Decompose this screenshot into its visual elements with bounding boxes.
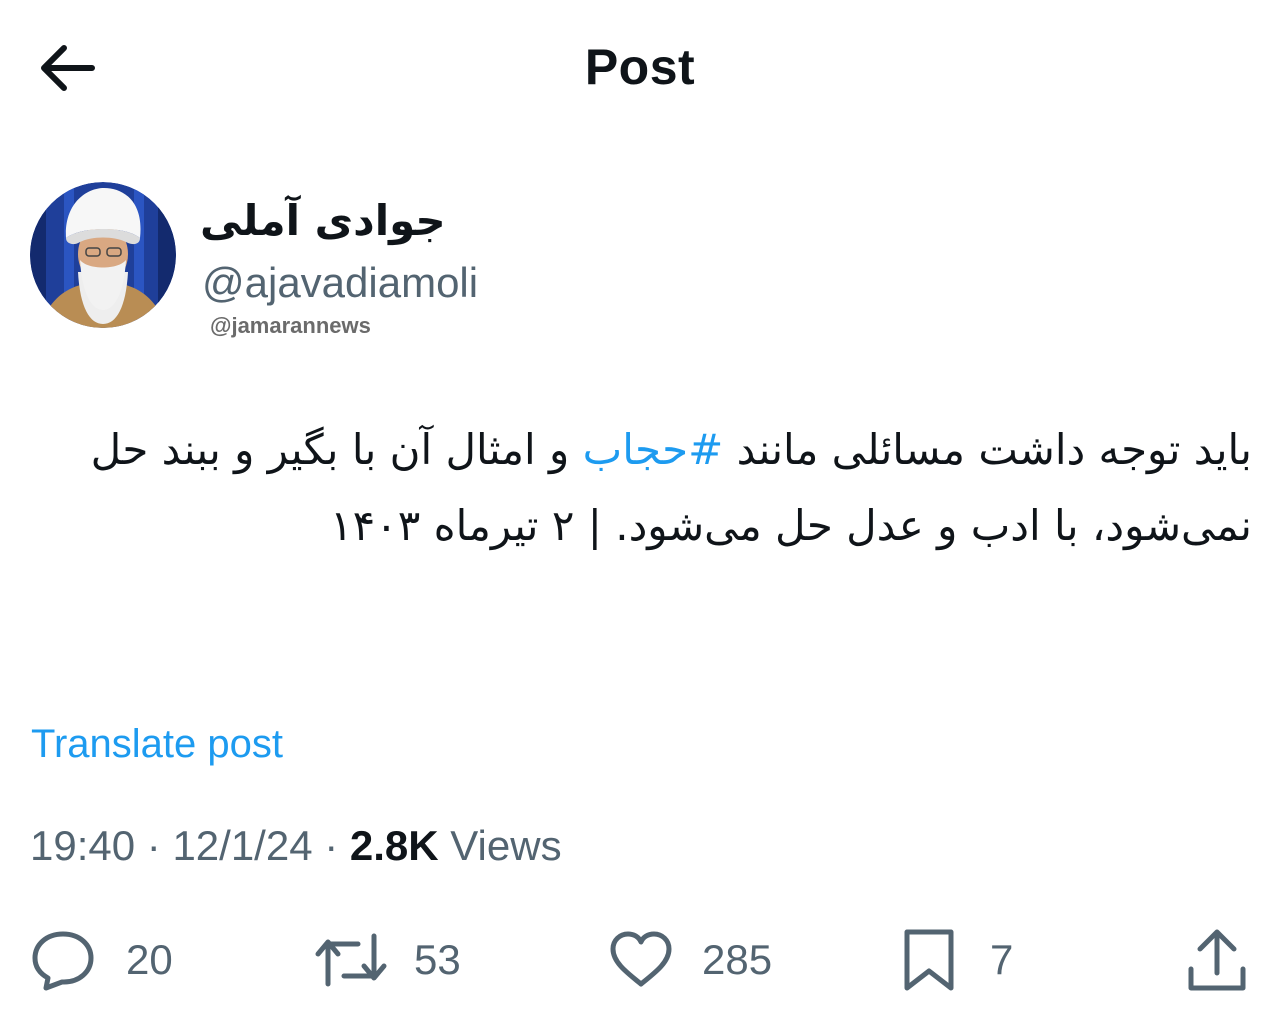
bookmark-icon[interactable] [902,927,956,993]
translate-post-link[interactable]: Translate post [31,722,283,767]
post-page: Post جوادی آملی @ajavadiamoli @jamaranne… [0,0,1280,1024]
reply-count: 20 [126,936,173,983]
like-button[interactable]: 285 [608,920,772,1000]
author-display-name[interactable]: جوادی آملی [200,196,446,245]
action-bar: 20 53 285 7 [0,920,1280,1000]
repost-button[interactable]: 53 [314,920,461,1000]
page-title: Post [584,39,696,95]
like-count: 285 [702,936,773,983]
post-date[interactable]: 12/1/24 [172,822,312,869]
bookmark-count: 7 [990,936,1014,983]
post-time[interactable]: 19:40 [30,822,135,869]
heart-icon[interactable] [608,930,674,990]
share-button[interactable] [1186,920,1248,1000]
avatar[interactable] [30,182,176,328]
tweet-text-start: باید توجه داشت مسائلی مانند [723,425,1252,474]
author-handle[interactable]: @ajavadiamoli [202,259,478,307]
hashtag-link[interactable]: #حجاب [583,425,724,474]
watermark: @jamarannews [210,313,371,338]
meta-separator: · [135,822,173,869]
repost-count: 53 [414,936,461,983]
post-meta: 19:40 · 12/1/24 · 2.8K Views [30,822,562,870]
reply-icon[interactable] [30,929,96,991]
meta-separator: · [312,822,350,869]
bookmark-button[interactable]: 7 [902,920,1013,1000]
tweet-text: باید توجه داشت مسائلی مانند #حجاب و امثا… [40,412,1252,564]
reply-button[interactable]: 20 [30,920,173,1000]
share-icon[interactable] [1186,927,1248,993]
views-label: Views [438,822,562,869]
views-count: 2.8K [349,822,439,869]
header: Post [0,0,1280,135]
repost-icon[interactable] [314,930,388,990]
